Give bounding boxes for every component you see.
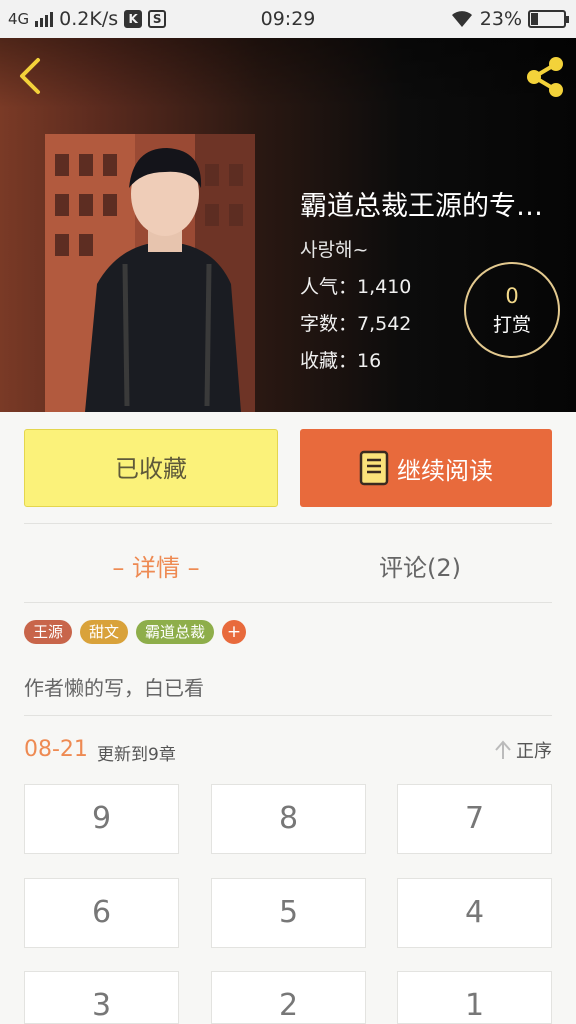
share-icon (527, 57, 563, 97)
chapter-button[interactable]: 4 (397, 878, 552, 948)
chapter-button[interactable]: 1 (397, 971, 552, 1024)
chapter-button[interactable]: 6 (24, 878, 179, 948)
sort-order-label: 正序 (516, 741, 552, 762)
chapter-button[interactable]: 8 (211, 784, 366, 854)
share-button[interactable] (522, 54, 568, 100)
tip-button[interactable]: 0 打赏 (464, 262, 560, 358)
tip-count: 0 (505, 284, 519, 308)
chapter-button[interactable]: 5 (211, 878, 366, 948)
divider (24, 602, 552, 603)
book-title: 霸道总裁王源的专… (300, 191, 543, 222)
book-author[interactable]: 사랑해~ (300, 235, 562, 262)
divider (24, 523, 552, 524)
status-right: 23% (450, 8, 569, 30)
cover-image (45, 134, 255, 412)
book-description: 作者懒的写，白已看 (24, 676, 204, 700)
tag-ceo[interactable]: 霸道总裁 (136, 620, 215, 644)
book-header: 霸道总裁王源的专… 사랑해~ 人气：1,410 字数：7,542 收藏：16 0… (0, 38, 576, 412)
add-tag-button[interactable]: + (222, 620, 247, 644)
tag-sweet[interactable]: 甜文 (80, 620, 129, 644)
arrow-up-icon (495, 740, 511, 759)
sort-order-button[interactable]: 正序 (494, 737, 552, 763)
update-status: 更新到9章 (97, 745, 176, 765)
book-icon (359, 450, 389, 486)
tab-details[interactable]: – 详情 – (24, 548, 288, 583)
wifi-icon (451, 11, 472, 27)
battery-percent: 23% (479, 8, 522, 30)
tab-comments[interactable]: 评论(2) (288, 548, 552, 583)
collected-button[interactable]: 已收藏 (24, 429, 278, 507)
tag-wangyuan[interactable]: 王源 (24, 620, 73, 644)
tip-label: 打赏 (492, 314, 531, 336)
status-bar: 4G 0.2K/s K S 09:29 23% (0, 0, 576, 38)
chapter-button[interactable]: 2 (211, 971, 366, 1024)
chapter-button[interactable]: 7 (397, 784, 552, 854)
continue-reading-label: 继续阅读 (397, 456, 493, 485)
battery-icon (528, 10, 569, 28)
tag-list: 王源 甜文 霸道总裁 + (24, 620, 247, 644)
back-button[interactable] (14, 56, 50, 96)
chevron-left-icon (20, 58, 40, 94)
update-date: 08-21 (24, 737, 88, 762)
chapter-button[interactable]: 9 (24, 784, 179, 854)
divider (24, 715, 552, 716)
book-cover[interactable] (45, 134, 255, 412)
continue-reading-button[interactable]: 继续阅读 (300, 429, 552, 507)
chapter-button[interactable]: 3 (24, 971, 179, 1024)
